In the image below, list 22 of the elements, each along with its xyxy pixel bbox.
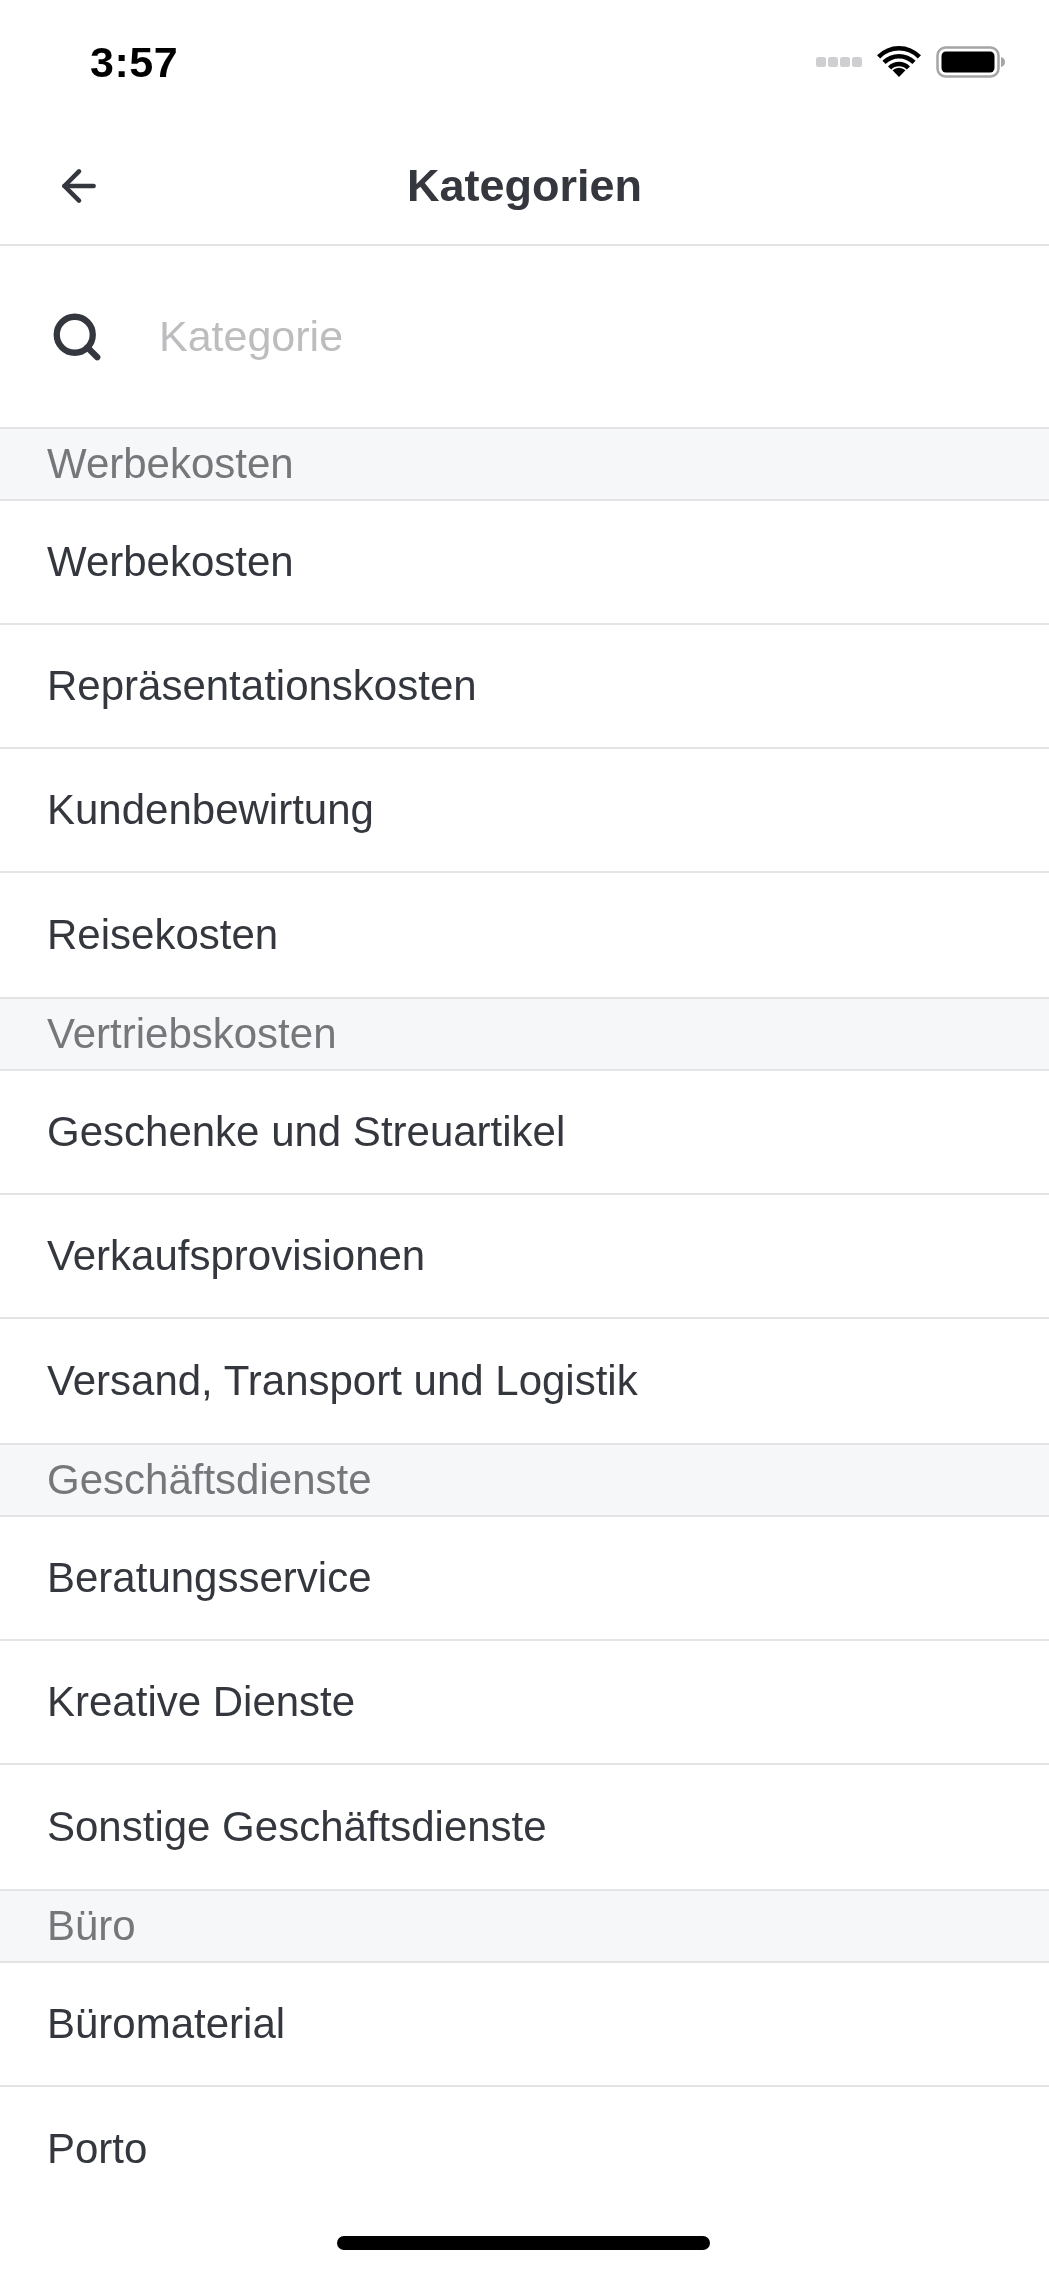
page-title: Kategorien: [406, 162, 642, 210]
section-header: Werbekosten: [0, 427, 1049, 501]
section-header: Vertriebskosten: [0, 997, 1049, 1071]
search-field[interactable]: Kategorie: [159, 296, 1003, 377]
signal-icon: [816, 57, 862, 67]
category-item[interactable]: Geschenke und Streuartikel: [0, 1071, 1049, 1195]
category-item[interactable]: Werbekosten: [0, 501, 1049, 625]
category-item[interactable]: Reisekosten: [0, 873, 1049, 997]
category-item[interactable]: Kundenbewirtung: [0, 749, 1049, 873]
category-item[interactable]: Verkaufsprovisionen: [0, 1195, 1049, 1319]
section-header: Büro: [0, 1889, 1049, 1963]
category-item[interactable]: Kreative Dienste: [0, 1641, 1049, 1765]
category-item[interactable]: Beratungsservice: [0, 1517, 1049, 1641]
category-item[interactable]: Porto: [0, 2087, 1049, 2211]
category-item[interactable]: Repräsentationskosten: [0, 625, 1049, 749]
status-time: 3:57: [90, 40, 179, 84]
category-item[interactable]: Büromaterial: [0, 1963, 1049, 2087]
wifi-icon: [877, 46, 921, 78]
category-item[interactable]: Sonstige Geschäftsdienste: [0, 1765, 1049, 1889]
battery-icon: [936, 46, 1005, 78]
section-header: Geschäftsdienste: [0, 1443, 1049, 1517]
category-item[interactable]: Versand, Transport und Logistik: [0, 1319, 1049, 1443]
